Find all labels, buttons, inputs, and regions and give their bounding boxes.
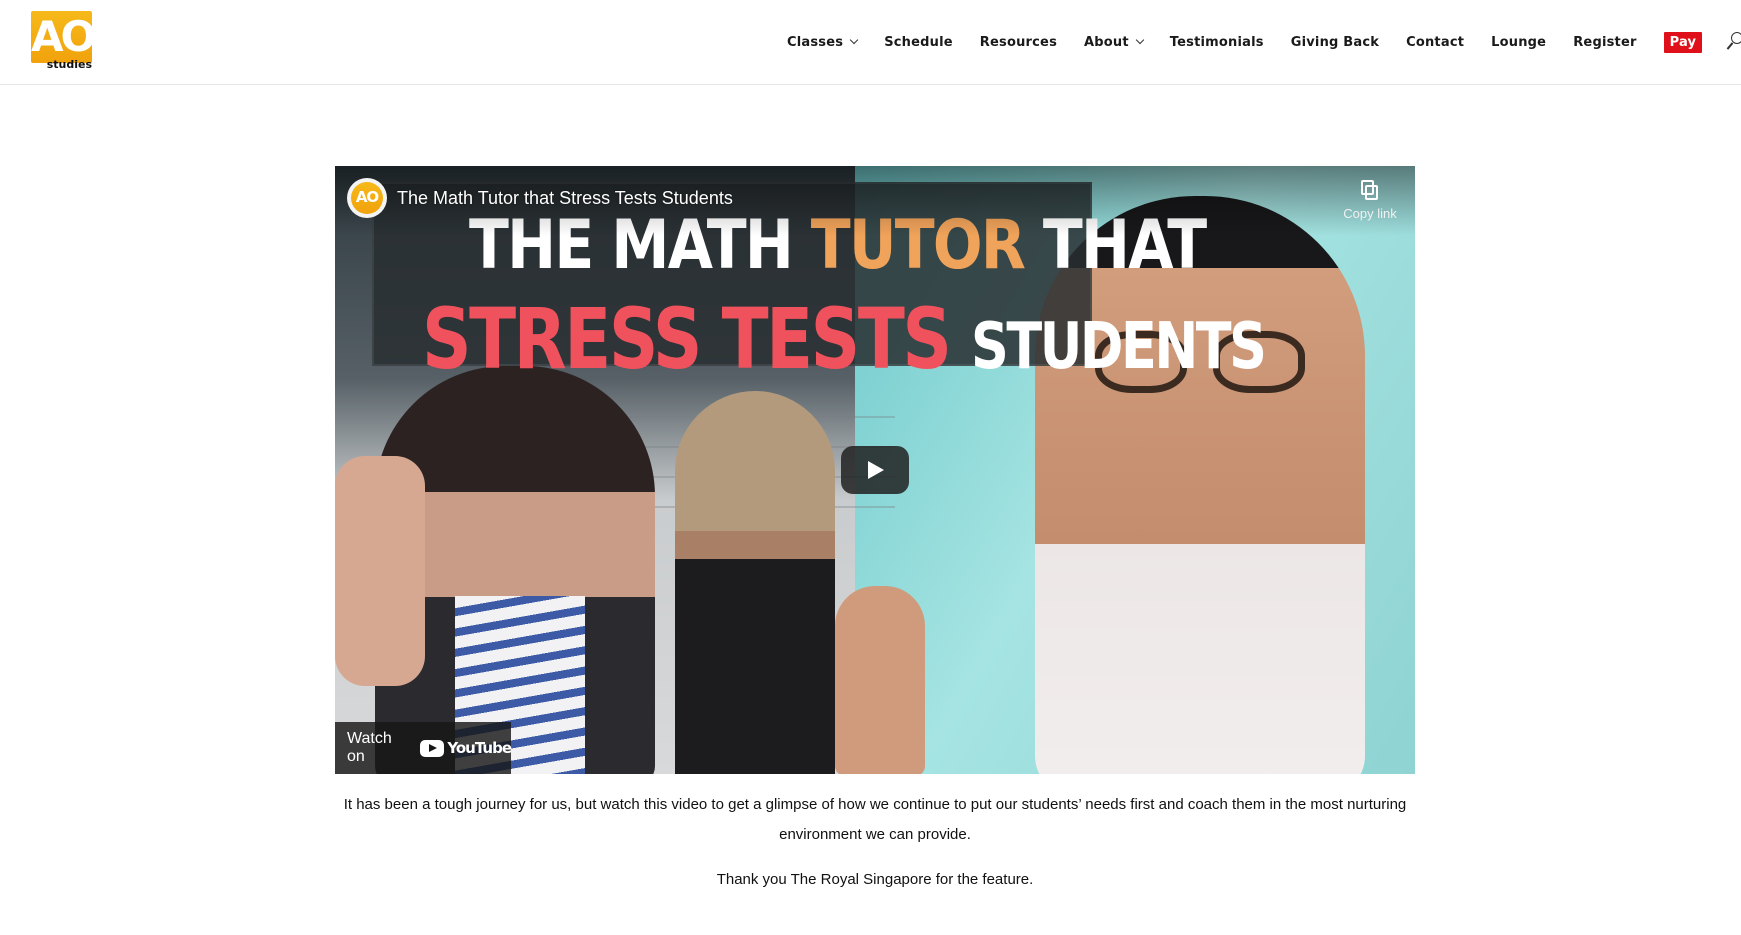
nav-item-label: Schedule: [884, 34, 953, 50]
thanks-text: Thank you The Royal Singapore for the fe…: [716, 871, 1034, 888]
nav-item-label: About: [1084, 34, 1129, 50]
thumbnail-hand: [835, 586, 925, 774]
pay-button[interactable]: Pay: [1663, 31, 1703, 53]
nav-item-resources[interactable]: Resources: [980, 35, 1057, 50]
search-icon-handle: [1726, 42, 1734, 50]
nav-item-label: Lounge: [1491, 34, 1547, 50]
main-nav: Classes Schedule Resources About Testimo…: [787, 31, 1741, 53]
headline-part: STUDENTS: [971, 310, 1267, 384]
nav-item-label: Classes: [787, 34, 844, 50]
play-button[interactable]: [841, 446, 909, 494]
youtube-logo-triangle: [429, 743, 438, 752]
site-logo[interactable]: AO studies: [31, 11, 96, 73]
youtube-logo-icon: [420, 739, 445, 757]
thumbnail-hand: [335, 456, 425, 686]
thumbnail-headline-line2: STRESS TESTS STUDENTS: [422, 290, 1267, 388]
copy-icon-front: [1365, 185, 1378, 200]
watch-on-youtube-button[interactable]: Watch on YouTube: [335, 722, 512, 774]
play-icon: [868, 461, 884, 479]
chevron-down-icon: [849, 35, 859, 45]
nav-item-label: Resources: [979, 34, 1058, 50]
headline-part: STRESS TESTS: [422, 290, 972, 388]
youtube-wordmark: YouTube: [447, 739, 512, 757]
nav-item-label: Register: [1573, 34, 1637, 50]
logo-subtext: studies: [46, 58, 92, 71]
nav-item-giving-back[interactable]: Giving Back: [1291, 35, 1379, 50]
video-title[interactable]: The Math Tutor that Stress Tests Student…: [397, 188, 733, 209]
thumbnail-person: [675, 391, 835, 774]
channel-avatar[interactable]: AO: [347, 178, 387, 218]
nav-item-label: Contact: [1406, 34, 1465, 50]
video-caption: It has been a tough journey for us, but …: [343, 796, 1407, 843]
nav-item-about[interactable]: About: [1084, 34, 1145, 50]
youtube-embed[interactable]: THE MATH TUTOR THAT STRESS TESTS STUDENT…: [335, 166, 1415, 774]
site-header: AO studies Classes Schedule Resources Ab…: [0, 0, 1741, 85]
chevron-down-icon: [1135, 35, 1145, 45]
nav-item-label: Giving Back: [1290, 34, 1380, 50]
copy-link-button[interactable]: Copy link: [1335, 180, 1405, 230]
copy-link-label: Copy link: [1343, 206, 1397, 221]
nav-item-register[interactable]: Register: [1573, 35, 1636, 50]
nav-item-contact[interactable]: Contact: [1406, 35, 1464, 50]
nav-item-schedule[interactable]: Schedule: [884, 35, 953, 50]
logo-letters: AO: [31, 12, 96, 61]
nav-item-lounge[interactable]: Lounge: [1491, 35, 1546, 50]
watch-on-label: Watch on: [347, 730, 392, 765]
search-icon[interactable]: [1726, 32, 1741, 52]
youtube-logo: YouTube: [420, 739, 512, 757]
nav-item-classes[interactable]: Classes: [787, 34, 859, 50]
channel-avatar-text: AO: [351, 182, 383, 214]
nav-item-label: Testimonials: [1169, 34, 1264, 50]
nav-item-testimonials[interactable]: Testimonials: [1170, 35, 1264, 50]
copy-icon: [1359, 180, 1381, 202]
